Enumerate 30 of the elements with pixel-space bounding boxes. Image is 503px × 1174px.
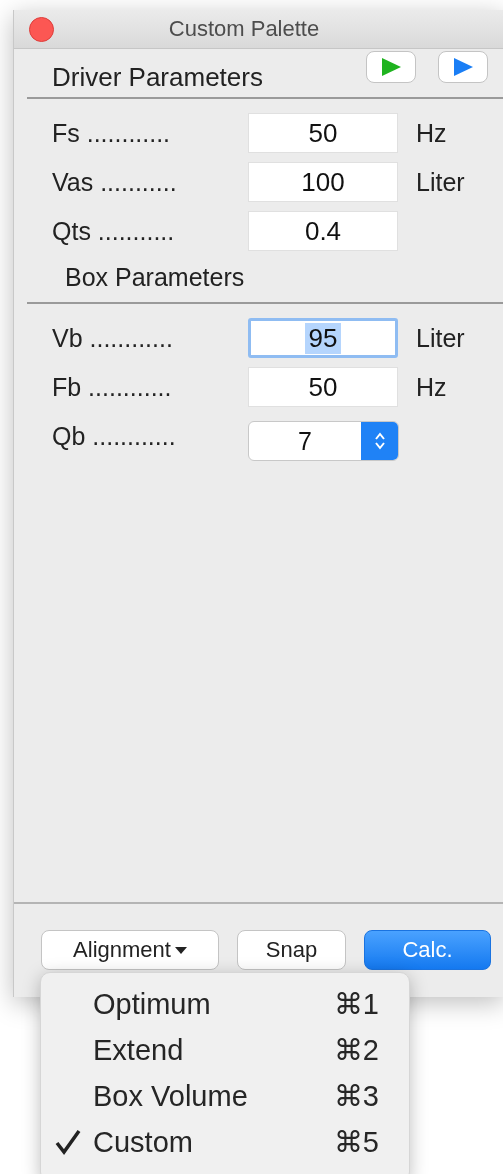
section-heading: Driver Parameters — [52, 62, 264, 94]
unit-label: Liter — [416, 167, 465, 197]
play-button[interactable] — [366, 51, 416, 83]
unit-label: Hz — [416, 372, 447, 402]
input-field[interactable]: 0.4 — [248, 211, 398, 251]
menu-item[interactable]: Custom ⌘5 — [41, 1119, 409, 1165]
caret-icon — [174, 945, 187, 955]
section-heading: Box Parameters — [64, 262, 246, 293]
unit-label: Hz — [416, 118, 447, 148]
menu-item[interactable]: Extend ⌘2 — [41, 1027, 409, 1073]
menu-item[interactable]: Optimum ⌘1 — [41, 981, 409, 1027]
parameter-label: Vb ............ — [52, 323, 174, 353]
input-field[interactable]: 100 — [248, 162, 398, 202]
stepper-icon — [373, 431, 386, 451]
parameter-label: Vas ........... — [52, 167, 178, 197]
play-button[interactable] — [438, 51, 488, 83]
popup-button[interactable]: 7 — [248, 421, 399, 461]
parameter-label: Fs ............ — [52, 118, 172, 148]
menu-item[interactable]: Box Volume ⌘3 — [41, 1073, 409, 1119]
input-field[interactable]: 50 — [248, 113, 398, 153]
close-button[interactable] — [29, 17, 54, 42]
unit-label: Liter — [416, 323, 465, 353]
parameter-label: Fb ............ — [52, 372, 173, 402]
input-field[interactable]: 95 — [248, 318, 398, 358]
dropdown-button[interactable]: Alignment — [41, 930, 219, 970]
parameter-label: Qb ............ — [52, 421, 177, 451]
parameter-label: Qts ........... — [52, 216, 176, 246]
push-button[interactable]: Snap — [237, 930, 346, 970]
input-field[interactable]: 50 — [248, 367, 398, 407]
window-title: Custom Palette — [168, 16, 320, 42]
